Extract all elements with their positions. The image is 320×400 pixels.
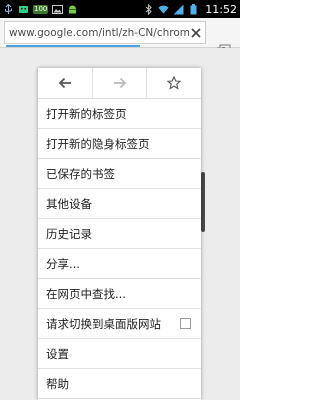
status-bar: 100 11:52	[0, 0, 240, 18]
menu-item-label: 请求切换到桌面版网站	[46, 316, 161, 331]
menu-item[interactable]: 请求切换到桌面版网站	[38, 309, 201, 339]
toolbar: www.google.com/intl/zh-CN/chrome/ 3	[0, 18, 240, 59]
menu-item[interactable]: 打开新的隐身标签页	[38, 129, 201, 159]
signal-icon	[173, 4, 184, 15]
menu-item[interactable]: 打开新的标签页	[38, 99, 201, 129]
overflow-menu: 打开新的标签页打开新的隐身标签页 已保存的书签 其他设备历史记录分享... 在网页中查…	[38, 68, 201, 400]
menu-items: 打开新的标签页打开新的隐身标签页 已保存的书签 其他设备历史记录分享... 在网页中查…	[38, 99, 201, 399]
back-button[interactable]	[38, 68, 93, 98]
android-icon	[67, 4, 78, 15]
image-icon	[52, 4, 64, 15]
battery-icon	[188, 3, 199, 15]
star-icon	[167, 76, 182, 90]
clear-icon[interactable]	[189, 25, 203, 41]
menu-item[interactable]: 分享...	[38, 249, 201, 279]
back-arrow-icon	[58, 77, 71, 89]
desktop-site-checkbox[interactable]	[180, 318, 191, 329]
menu-item-label: 在网页中查找...	[46, 286, 126, 301]
menu-item-label: 设置	[46, 346, 69, 361]
forward-arrow-icon	[113, 77, 126, 89]
menu-item[interactable]: 历史记录	[38, 219, 201, 249]
bluetooth-icon	[143, 3, 154, 15]
menu-item-label: 分享...	[46, 256, 80, 271]
android-debug-icon	[18, 4, 29, 15]
load-progress-bar	[6, 45, 140, 47]
system-icons: 11:52	[143, 3, 237, 16]
usb-icon	[3, 3, 14, 15]
menu-item[interactable]: 设置	[38, 339, 201, 369]
clock: 11:52	[205, 2, 237, 16]
notification-icons: 100	[3, 3, 78, 15]
menu-item-label: 打开新的标签页	[46, 106, 127, 121]
url-field[interactable]: www.google.com/intl/zh-CN/chrome/	[4, 21, 206, 44]
scrollbar[interactable]	[201, 172, 205, 232]
menu-nav-row	[38, 68, 201, 99]
menu-item[interactable]: 已保存的书签	[38, 159, 201, 189]
menu-item[interactable]: 帮助	[38, 369, 201, 399]
menu-item[interactable]: 在网页中查找...	[38, 279, 201, 309]
menu-item-label: 帮助	[46, 376, 69, 391]
battery-badge: 100	[33, 4, 49, 14]
menu-item-label: 其他设备	[46, 196, 92, 211]
forward-button[interactable]	[93, 68, 148, 98]
menu-item[interactable]: 其他设备	[38, 189, 201, 219]
menu-item-label: 打开新的隐身标签页	[46, 136, 150, 151]
url-text: www.google.com/intl/zh-CN/chrome/	[9, 26, 200, 39]
menu-item-label: 已保存的书签	[46, 166, 115, 181]
menu-item-label: 历史记录	[46, 226, 92, 241]
wifi-icon	[158, 4, 169, 15]
screen: 100 11:52 www.google.com/intl/zh-CN/chro…	[0, 0, 240, 400]
bookmark-star-button[interactable]	[147, 68, 201, 98]
